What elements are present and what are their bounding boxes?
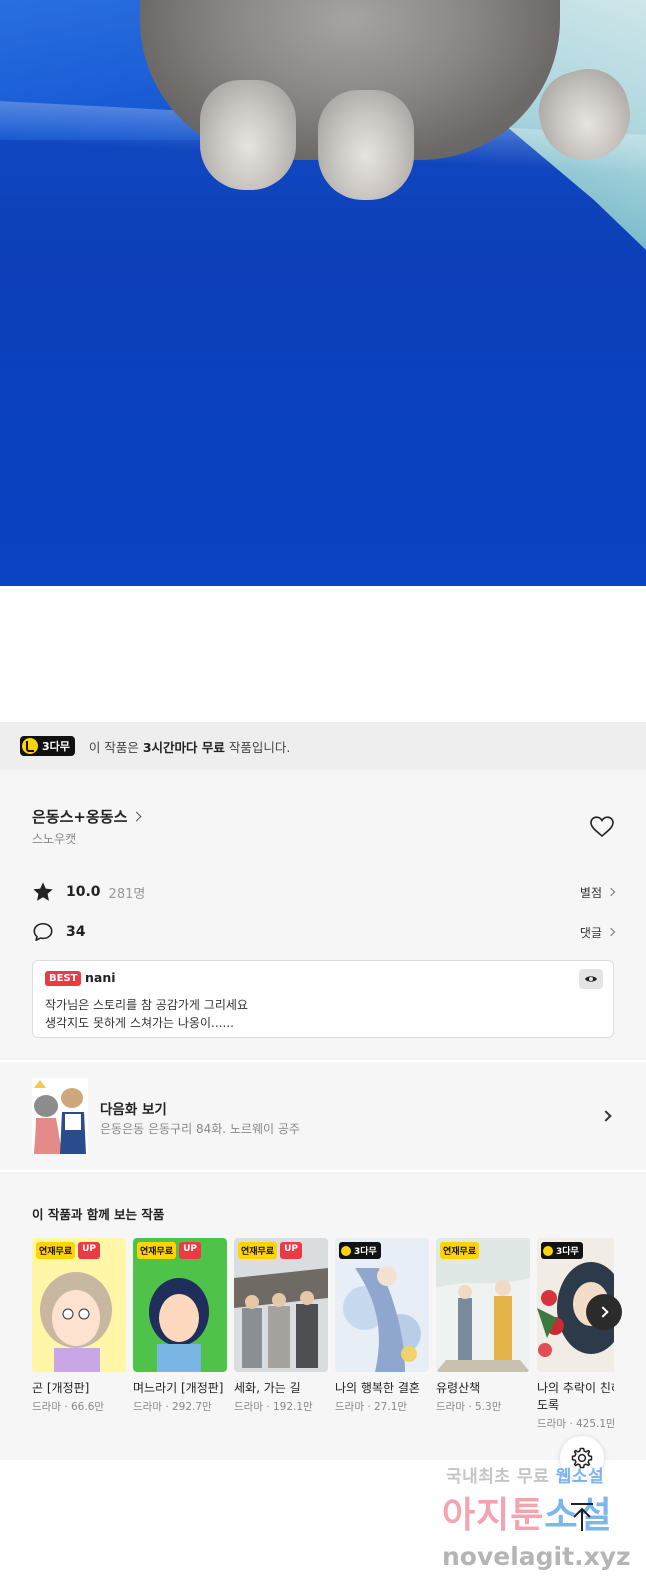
cover-image: 3다무	[335, 1238, 429, 1372]
recommendation-card[interactable]: 3다무 나의 행복한 결혼 드라마 · 27.1만	[335, 1238, 429, 1414]
card-meta: 드라마 · 425.1만	[537, 1418, 614, 1430]
rating-link[interactable]: 별점	[580, 884, 616, 901]
rating-count: 281명	[108, 886, 146, 902]
card-title: 나의 행복한 결혼	[335, 1381, 420, 1395]
up-badge: UP	[280, 1242, 303, 1259]
heart-icon[interactable]	[590, 816, 614, 838]
3dm-badge: 3다무	[541, 1242, 583, 1259]
cover-image: 연재무료 UP	[133, 1238, 227, 1372]
clock-icon	[341, 1245, 351, 1256]
carousel-next-button[interactable]	[586, 1294, 622, 1330]
cover-image: 연재무료 UP	[32, 1238, 126, 1372]
up-badge: UP	[78, 1242, 101, 1259]
recommendation-heading: 이 작품과 함께 보는 작품	[32, 1207, 165, 1222]
card-title: 세화, 가는 길	[234, 1381, 301, 1395]
free-badge: 연재무료	[238, 1242, 278, 1259]
3dm-badge: 3다무	[339, 1242, 381, 1259]
recommendation-card[interactable]: 연재무료 유령산책 드라마 · 5.3만	[436, 1238, 530, 1414]
rating-row: 10.0 281명 별점	[32, 880, 616, 904]
scroll-to-top-icon[interactable]	[568, 1502, 596, 1532]
card-meta: 드라마 · 66.6만	[32, 1401, 105, 1413]
card-meta: 드라마 · 292.7만	[133, 1401, 212, 1413]
free-badge: 연재무료	[36, 1242, 76, 1259]
next-episode[interactable]: 다음화 보기 은동은동 은동구리 84화. 노르웨이 공주	[0, 1062, 646, 1170]
comment-text: 작가님은 스토리를 참 공감가게 그리세요 생각지도 못하게 스쳐가는 나옹이.…	[45, 998, 248, 1030]
clock-icon	[543, 1245, 553, 1256]
next-episode-label: 다음화 보기	[100, 1102, 167, 1118]
recommendation-carousel: 연재무료 UP 곤 [개정판] 드라마 · 66.6만 연재무료 UP 며느라기…	[32, 1238, 614, 1448]
free-badge: 연재무료	[440, 1242, 480, 1259]
card-title: 며느라기 [개정판]	[133, 1381, 224, 1395]
notice-text: 이 작품은 3시간마다 무료 작품입니다.	[88, 739, 291, 755]
card-title: 유령산책	[436, 1381, 481, 1395]
recommendation-card[interactable]: 3다무 나의 추락이 친하도록 드라마 · 425.1만	[537, 1238, 614, 1431]
cover-image: 연재무료 UP	[234, 1238, 328, 1372]
comment-count: 34	[66, 924, 86, 940]
work-title-link[interactable]: 은동스+옹동스	[32, 806, 142, 827]
3dm-badge: 3다무	[20, 736, 75, 756]
comment-user: nani	[85, 970, 116, 985]
author-name[interactable]: 스노우캣	[32, 830, 76, 847]
recommendation-card[interactable]: 연재무료 UP 세화, 가는 길 드라마 · 192.1만	[234, 1238, 328, 1414]
card-meta: 드라마 · 192.1만	[234, 1401, 313, 1413]
chevron-right-icon	[606, 887, 616, 897]
gear-icon	[571, 1447, 593, 1469]
comment-link[interactable]: 댓글	[580, 924, 616, 941]
watermark: 국내최초 무료 웹소설 아지툰소설 novelagit.xyz	[442, 1467, 631, 1571]
eye-icon[interactable]	[579, 969, 603, 989]
star-icon	[33, 882, 53, 901]
chevron-right-icon	[600, 1110, 612, 1122]
recommendation-card[interactable]: 연재무료 UP 곤 [개정판] 드라마 · 66.6만	[32, 1238, 126, 1414]
cover-image: 연재무료	[436, 1238, 530, 1372]
cat-paw	[200, 80, 296, 190]
recommendations: 이 작품과 함께 보는 작품 연재무료 UP 곤 [개정판] 드라마 · 66.…	[0, 1172, 646, 1460]
chevron-right-icon	[596, 1306, 609, 1318]
settings-button[interactable]	[560, 1436, 604, 1480]
best-badge: BEST	[45, 971, 82, 986]
up-badge: UP	[179, 1242, 202, 1259]
rating-score: 10.0	[66, 884, 101, 900]
work-title: 은동스+옹동스	[32, 808, 128, 826]
next-episode-thumbnail	[32, 1078, 88, 1154]
cover-photo	[0, 0, 646, 586]
best-comment[interactable]: BEST nani 작가님은 스토리를 참 공감가게 그리세요 생각지도 못하게…	[32, 960, 614, 1038]
free-badge: 연재무료	[137, 1242, 177, 1259]
cat-paw	[318, 90, 414, 200]
free-notice-bar: 3다무 이 작품은 3시간마다 무료 작품입니다.	[0, 722, 646, 770]
work-info: 은동스+옹동스 스노우캣 10.0 281명 별점 34 댓글 BEST nan…	[0, 770, 646, 1060]
chevron-right-icon	[131, 811, 142, 822]
card-meta: 드라마 · 27.1만	[335, 1401, 408, 1413]
recommendation-card[interactable]: 연재무료 UP 며느라기 [개정판] 드라마 · 292.7만	[133, 1238, 227, 1414]
chevron-right-icon	[606, 927, 616, 937]
card-title: 곤 [개정판]	[32, 1381, 90, 1395]
card-title: 나의 추락이 친하도록	[537, 1381, 614, 1412]
comment-row: 34 댓글	[32, 920, 616, 944]
speech-bubble-icon	[33, 922, 53, 942]
card-meta: 드라마 · 5.3만	[436, 1401, 502, 1413]
clock-icon	[22, 738, 38, 754]
next-episode-subtitle: 은동은동 은동구리 84화. 노르웨이 공주	[100, 1122, 300, 1136]
